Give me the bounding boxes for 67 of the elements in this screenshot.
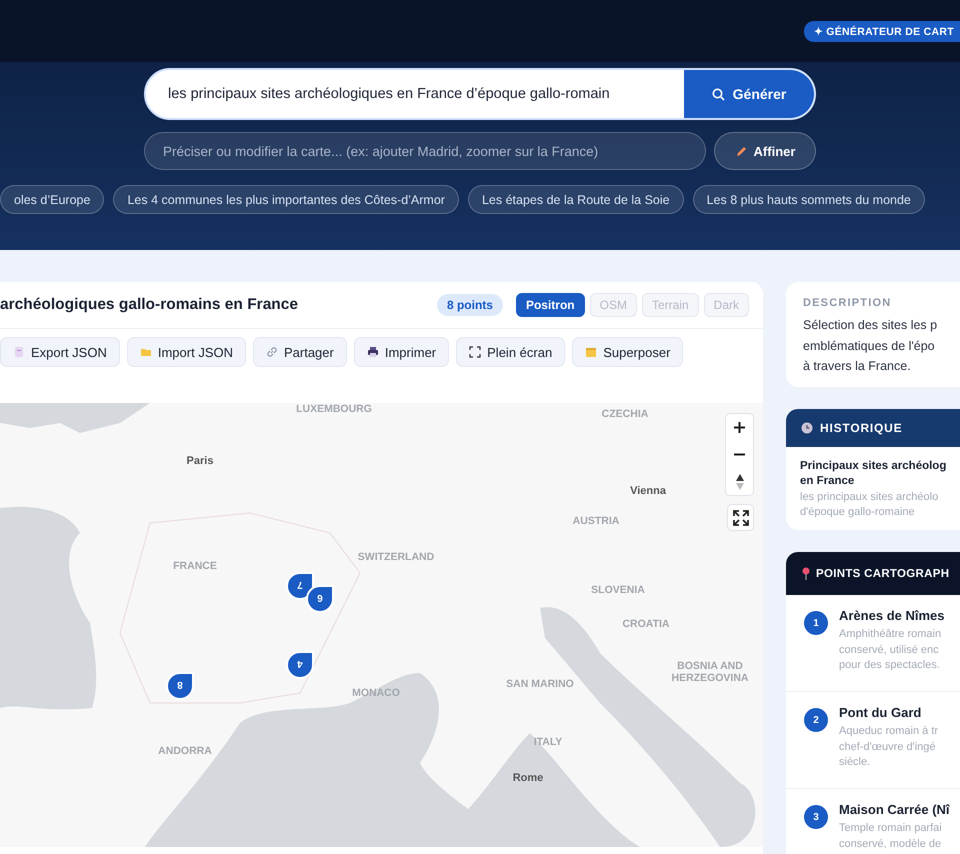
section-heading: POINTS CARTOGRAPH [816,568,950,580]
suggestion-chip[interactable]: Les 4 communes les plus importantes des Côtes-d’Armor [113,185,459,214]
app-badge: ✦ GÉNÉRATEUR DE CART [804,21,960,42]
point-description: Amphithéâtre romain conservé, utilisé enc pour des spectacles. [839,627,942,673]
section-heading: DESCRIPTION [803,297,892,309]
city-label: Rome [512,772,544,784]
country-label: AUSTRIA [572,515,620,527]
search-field[interactable]: les principaux sites archéologiques en France d’époque gallo-romain Générer [144,68,816,120]
link-icon [266,346,278,358]
plus-icon [734,422,745,433]
toolbar-button[interactable]: Plein écran [456,337,566,367]
toolbar-button[interactable]: Export JSON [0,337,120,367]
point-title: Arènes de Nîmes [839,608,944,623]
clock-icon [801,422,813,434]
map-pin[interactable]: 8 [166,672,194,700]
point-description: Temple romain parfai conservé, modèle de [839,821,943,852]
folder-icon [140,346,152,358]
refine-field[interactable]: Préciser ou modifier la carte... (ex: ajouter Madrid, zoomer sur la France) [144,132,706,170]
map-pin[interactable]: 6 [306,585,334,613]
country-label: LUXEMBOURG [296,403,372,415]
point-description: Aqueduc romain à tr chef-d'œuvre d'ingé siècle. [839,724,938,770]
point-item[interactable]: 2 Pont du Gard Aqueduc romain à tr chef-d'œuvre d'ingé siècle. [786,692,960,789]
toolbar-button[interactable]: Imprimer [354,337,450,367]
country-label: HERZEGOVINA [672,672,748,684]
country-label: CZECHIA [602,408,648,420]
compass-icon [736,474,744,490]
toolbar-button[interactable]: Superposer [572,337,684,367]
map-title: archéologiques gallo-romains en France [0,296,300,314]
city-label: Paris [186,455,214,467]
description-text: Sélection des sites les p emblématiques de l'épo à travers la France. [803,317,938,375]
fullscreen-button[interactable] [727,504,754,531]
point-item[interactable]: 1 Arènes de Nîmes Amphithéâtre romain conservé, utilisé enc pour des spectacles. [786,595,960,692]
section-heading: HISTORIQUE [820,421,902,435]
toolbar-button[interactable]: Import JSON [126,337,246,367]
fullscreen-icon [732,510,748,526]
city-label: Vienna [630,485,666,497]
point-item[interactable]: 3 Maison Carrée (Nî Temple romain parfai conservé, modèle de [786,789,960,854]
map-pin[interactable]: 4 [286,651,314,679]
point-number: 3 [804,805,828,829]
basemap-tab[interactable]: Positron [516,293,585,317]
print-icon [366,346,379,358]
country-label: BOSNIA AND [677,660,743,672]
country-label: MONACO [352,687,400,699]
search-icon [712,88,725,100]
history-item-query: les principaux sites archéolo d'époque gallo-romaine [799,490,940,520]
country-label: SLOVENIA [591,584,645,596]
suggestion-chip[interactable]: Les étapes de la Route de la Soie [468,185,684,214]
point-number: 1 [804,611,828,635]
history-item-title[interactable]: Principaux sites archéolog en France [786,447,960,489]
country-label: FRANCE [173,560,217,572]
refine-button[interactable]: Affiner [714,132,816,170]
point-title: Pont du Gard [839,705,922,720]
country-label: ANDORRA [158,745,212,757]
suggestion-chip[interactable]: Les 8 plus hauts sommets du monde [692,185,925,214]
point-title: Maison Carrée (Nî [839,802,950,817]
country-label: CROATIA [622,618,670,630]
pencil-icon [734,144,748,158]
country-label: SWITZERLAND [358,551,434,563]
point-number: 2 [804,708,828,732]
generate-button[interactable]: Générer [684,70,814,118]
fullscreen-icon [469,346,482,358]
points-count: 8 points [436,294,503,316]
pin-icon [802,567,810,580]
country-label: SAN MARINO [506,678,574,690]
country-label: ITALY [534,736,562,748]
suggestion-chip[interactable]: oles d’Europe [0,185,104,214]
toolbar-button[interactable]: Partager [252,337,347,367]
